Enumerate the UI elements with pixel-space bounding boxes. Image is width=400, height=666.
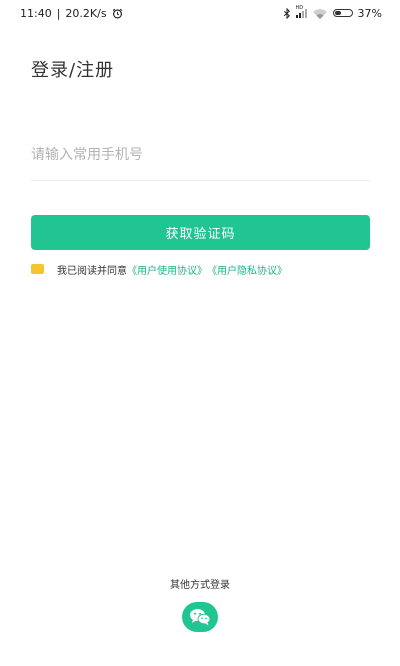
wechat-login-button[interactable]: [182, 602, 218, 632]
other-login-label: 其他方式登录: [170, 580, 230, 591]
wifi-icon: [312, 7, 328, 20]
alarm-icon: [112, 7, 123, 20]
battery-percent: 37%: [357, 6, 382, 20]
user-agreement-link[interactable]: 《用户使用协议》: [127, 262, 207, 277]
page-title: 登录/注册: [31, 60, 115, 81]
hd-label: HD: [295, 4, 304, 11]
status-right: HD 37%: [283, 5, 382, 20]
agreement-prefix: 我已阅读并同意: [57, 265, 127, 277]
status-net-speed: 20.2K/s: [65, 6, 107, 20]
agree-checkbox[interactable]: [31, 264, 44, 274]
phone-number-input[interactable]: [31, 138, 370, 172]
wechat-icon: [188, 607, 212, 628]
status-separator: |: [56, 6, 61, 20]
get-verification-code-button[interactable]: 获取验证码: [31, 215, 370, 250]
status-left: 11:40 | 20.2K/s: [20, 7, 123, 20]
battery-fill: [334, 11, 342, 15]
status-bar: 11:40 | 20.2K/s HD 37%: [0, 0, 400, 26]
input-divider: [31, 180, 370, 181]
agreement-row: 我已阅读并同意 《用户使用协议》 《用户隐私协议》: [31, 262, 287, 277]
signal-icon: HD: [295, 5, 307, 18]
status-time: 11:40: [20, 6, 52, 20]
battery-icon: [332, 9, 353, 17]
bluetooth-icon: [283, 7, 291, 20]
privacy-agreement-link[interactable]: 《用户隐私协议》: [207, 262, 287, 277]
